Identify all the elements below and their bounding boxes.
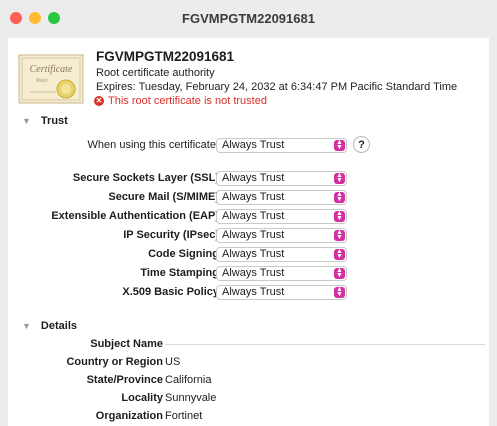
details-section-toggle[interactable]: ▼ Details — [22, 320, 77, 332]
trust-row-label-code-signing: Code Signing — [148, 248, 219, 260]
popup-arrows-icon: ▲ ▼ — [334, 210, 345, 222]
certificate-expiry: Expires: Tuesday, February 24, 2032 at 6… — [96, 81, 458, 93]
popup-arrows-icon: ▲ ▼ — [334, 286, 345, 298]
certificate-type: Root certificate authority — [96, 67, 215, 79]
subject-name-heading: Subject Name — [90, 338, 163, 350]
trust-popup-time-stamping[interactable]: Always Trust ▲ ▼ — [216, 266, 347, 281]
trust-popup-value: Always Trust — [222, 191, 285, 203]
trust-row-label-eap: Extensible Authentication (EAP) — [51, 210, 219, 222]
detail-label-country: Country or Region — [66, 356, 163, 368]
detail-label-organization: Organization — [95, 410, 163, 422]
trust-row-label-smime: Secure Mail (S/MIME) — [108, 191, 219, 203]
popup-arrows-icon: ▲ ▼ — [334, 191, 345, 203]
trust-popup-value: Always Trust — [222, 267, 285, 279]
trust-popup-value: Always Trust — [222, 229, 285, 241]
trust-warning: ✕ This root certificate is not trusted — [94, 95, 267, 107]
chevron-down-icon: ▼ — [22, 116, 31, 126]
popup-arrows-icon: ▲ ▼ — [334, 172, 345, 184]
trust-popup-smime[interactable]: Always Trust ▲ ▼ — [216, 190, 347, 205]
certificate-icon: Certificate Root — [18, 54, 84, 104]
popup-arrows-icon: ▲ ▼ — [334, 248, 345, 260]
trust-row-label-x509: X.509 Basic Policy — [122, 286, 219, 298]
popup-arrows-icon: ▲ ▼ — [334, 267, 345, 279]
trust-row-label-ipsec: IP Security (IPsec) — [123, 229, 219, 241]
certificate-icon-title: Certificate — [30, 64, 73, 75]
chevron-down-icon: ▼ — [22, 321, 31, 331]
title-bar: FGVMPGTM22091681 — [0, 0, 497, 38]
when-using-label: When using this certificate: — [87, 139, 219, 151]
trust-row-label-ssl: Secure Sockets Layer (SSL) — [72, 172, 219, 184]
when-using-value: Always Trust — [222, 139, 285, 151]
trust-heading: Trust — [40, 115, 68, 127]
certificate-panel: Certificate Root FGVMPGTM22091681 Root c… — [8, 38, 489, 426]
detail-value-locality: Sunnyvale — [165, 392, 217, 404]
detail-value-country: US — [165, 356, 181, 368]
certificate-name: FGVMPGTM22091681 — [96, 49, 235, 64]
trust-row-label-time-stamping: Time Stamping — [140, 267, 219, 279]
help-button[interactable]: ? — [353, 136, 370, 153]
trust-popup-code-signing[interactable]: Always Trust ▲ ▼ — [216, 247, 347, 262]
detail-label-state: State/Province — [86, 374, 163, 386]
trust-popup-value: Always Trust — [222, 248, 285, 260]
when-using-popup[interactable]: Always Trust ▲ ▼ — [216, 138, 347, 153]
certificate-window: FGVMPGTM22091681 Certificate Root FGVMPG… — [0, 0, 497, 426]
detail-value-organization: Fortinet — [165, 410, 203, 422]
window-title: FGVMPGTM22091681 — [182, 11, 315, 26]
trust-warning-text: This root certificate is not trusted — [108, 95, 267, 107]
popup-arrows-icon: ▲ ▼ — [334, 229, 345, 241]
trust-popup-eap[interactable]: Always Trust ▲ ▼ — [216, 209, 347, 224]
trust-popup-ssl[interactable]: Always Trust ▲ ▼ — [216, 171, 347, 186]
details-heading: Details — [40, 320, 77, 332]
trust-popup-x509[interactable]: Always Trust ▲ ▼ — [216, 285, 347, 300]
popup-arrows-icon: ▲ ▼ — [334, 139, 345, 151]
trust-popup-value: Always Trust — [222, 172, 285, 184]
certificate-icon-subtitle: Root — [35, 78, 48, 84]
trust-popup-value: Always Trust — [222, 286, 285, 298]
trust-popup-ipsec[interactable]: Always Trust ▲ ▼ — [216, 228, 347, 243]
detail-label-locality: Locality — [121, 392, 163, 404]
trust-section-toggle[interactable]: ▼ Trust — [22, 115, 68, 127]
trust-popup-value: Always Trust — [222, 210, 285, 222]
detail-value-state: California — [165, 374, 212, 386]
x-circle-icon: ✕ — [94, 96, 104, 106]
divider — [165, 344, 485, 345]
